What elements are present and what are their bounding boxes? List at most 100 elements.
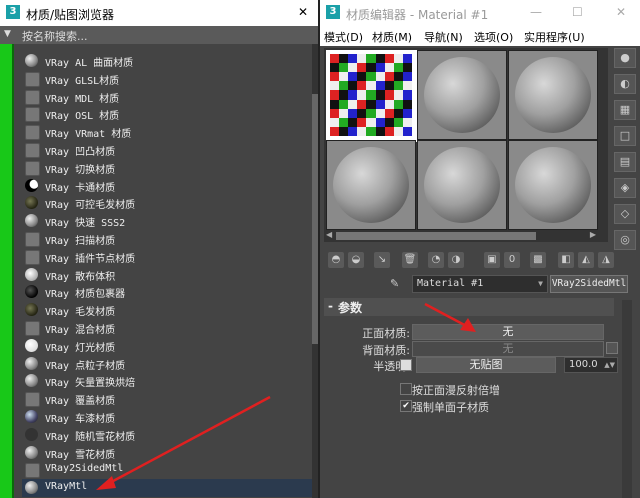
- translucency-color-swatch[interactable]: [400, 359, 412, 371]
- maximize-icon[interactable]: ☐: [572, 5, 583, 19]
- material-swatch-icon: [25, 196, 38, 210]
- material-list-item[interactable]: VRay 扫描材质: [22, 230, 312, 248]
- checker-cell: [393, 54, 403, 64]
- material-swatch-icon: [25, 71, 40, 87]
- sample-slot[interactable]: [417, 140, 507, 230]
- translucency-amount-spinner[interactable]: 100.0 ▲▼: [564, 357, 618, 373]
- checker-cell: [357, 72, 367, 82]
- checker-cell: [339, 81, 349, 91]
- front-material-button[interactable]: 无: [412, 324, 604, 340]
- material-list-item-label: VRay 切换材质: [45, 164, 116, 176]
- material-list-item[interactable]: VRay 毛发材质: [22, 301, 312, 319]
- delete-icon[interactable]: 🗑: [402, 252, 418, 268]
- sample-slot[interactable]: [508, 140, 598, 230]
- checkbox-box[interactable]: ✔: [400, 400, 412, 412]
- back-material-button[interactable]: 无: [412, 341, 604, 357]
- material-name-field[interactable]: Material #1 ▼: [412, 275, 548, 293]
- sample-slot[interactable]: [326, 140, 416, 230]
- menu-options[interactable]: 选项(O): [474, 29, 513, 45]
- params-scrollbar[interactable]: [622, 300, 632, 498]
- material-id-icon[interactable]: 0: [504, 252, 520, 268]
- sample-type-icon[interactable]: ●: [614, 48, 636, 68]
- material-list-item[interactable]: VRay GLSL材质: [22, 70, 312, 88]
- close-icon[interactable]: ✕: [616, 5, 626, 19]
- material-list-item[interactable]: VRay MDL 材质: [22, 88, 312, 106]
- show-end-result-icon[interactable]: ◧: [558, 252, 574, 268]
- back-material-checkbox[interactable]: [606, 342, 618, 354]
- make-preview-icon[interactable]: ◈: [614, 178, 636, 198]
- save-library-icon[interactable]: ▣: [484, 252, 500, 268]
- material-list-item[interactable]: VRayMtl: [22, 479, 312, 497]
- uv-tiling-icon[interactable]: □: [614, 126, 636, 146]
- go-sibling-icon[interactable]: ◮: [598, 252, 614, 268]
- checker-cell: [375, 90, 385, 100]
- make-unique-icon[interactable]: ◑: [448, 252, 464, 268]
- material-list-item[interactable]: VRay 凹凸材质: [22, 141, 312, 159]
- video-check-icon[interactable]: ▤: [614, 152, 636, 172]
- slots-vscroll[interactable]: [598, 48, 608, 242]
- params-rollout-header[interactable]: - 参数: [324, 298, 614, 316]
- assign-to-selection-icon[interactable]: ↘: [374, 252, 390, 268]
- minimize-icon[interactable]: —: [530, 5, 542, 19]
- material-list-item[interactable]: VRay AL 曲面材质: [22, 52, 312, 70]
- search-input[interactable]: 按名称搜索...: [22, 28, 88, 44]
- checkbox-box[interactable]: [400, 383, 412, 395]
- material-list-item[interactable]: VRay 点粒子材质: [22, 355, 312, 373]
- close-icon[interactable]: ✕: [298, 5, 308, 19]
- chevron-down-icon[interactable]: ▼: [538, 276, 543, 292]
- material-list-item[interactable]: VRay VRmat 材质: [22, 123, 312, 141]
- background-icon[interactable]: ▦: [614, 100, 636, 120]
- checker-cell: [393, 72, 403, 82]
- get-material-icon[interactable]: ◓: [328, 252, 344, 268]
- material-list-item[interactable]: VRay 灯光材质: [22, 337, 312, 355]
- slots-hscroll[interactable]: ◀ ▶: [324, 230, 598, 242]
- put-to-scene-icon[interactable]: ◒: [348, 252, 364, 268]
- menu-navigation[interactable]: 导航(N): [424, 29, 463, 45]
- material-list-item[interactable]: VRay 车漆材质: [22, 408, 312, 426]
- material-list-item[interactable]: VRay 覆盖材质: [22, 390, 312, 408]
- material-list-item[interactable]: VRay 材质包裹器: [22, 283, 312, 301]
- sample-slot-active[interactable]: [326, 50, 418, 142]
- material-list-item[interactable]: VRay 随机雪花材质: [22, 426, 312, 444]
- translucency-map-button[interactable]: 无贴图: [416, 357, 556, 373]
- material-list-item[interactable]: VRay 雪花材质: [22, 444, 312, 462]
- menu-material[interactable]: 材质(M): [372, 29, 412, 45]
- backlight-icon[interactable]: ◐: [614, 74, 636, 94]
- sample-slot[interactable]: [508, 50, 598, 140]
- material-list-item-label: VRay AL 曲面材质: [45, 58, 134, 69]
- search-bar[interactable]: ▼ 按名称搜索...: [0, 26, 318, 44]
- material-list-item-label: VRay 材质包裹器: [45, 289, 126, 301]
- scrollbar-thumb[interactable]: [336, 232, 536, 240]
- material-list-item[interactable]: VRay 切换材质: [22, 159, 312, 177]
- material-list-item[interactable]: VRay OSL 材质: [22, 105, 312, 123]
- material-list-item-label: VRay 随机雪花材质: [45, 431, 136, 443]
- scroll-right-icon[interactable]: ▶: [590, 230, 596, 239]
- material-type-button[interactable]: VRay2SidedMtl: [550, 275, 628, 293]
- material-list-item[interactable]: VRay 快速 SSS2: [22, 212, 312, 230]
- menu-utilities[interactable]: 实用程序(U): [524, 29, 585, 45]
- sample-slot[interactable]: [417, 50, 507, 140]
- select-by-material-icon[interactable]: ◎: [614, 230, 636, 250]
- menu-mode[interactable]: 模式(D): [324, 29, 363, 45]
- material-list-item[interactable]: VRay2SidedMtl: [22, 461, 312, 479]
- material-swatch-icon: [25, 356, 38, 370]
- collapse-icon[interactable]: ▼: [4, 29, 11, 39]
- checker-cell: [366, 63, 376, 73]
- scroll-left-icon[interactable]: ◀: [326, 230, 332, 239]
- material-list-item[interactable]: VRay 散布体积: [22, 266, 312, 284]
- material-list-item-label: VRay 快速 SSS2: [45, 218, 126, 230]
- eyedropper-icon[interactable]: ✎: [390, 277, 399, 290]
- spinner-arrows-icon[interactable]: ▲▼: [604, 358, 615, 372]
- material-list-item[interactable]: VRay 混合材质: [22, 319, 312, 337]
- material-list-item[interactable]: VRay 矢量置换烘焙: [22, 372, 312, 390]
- rollout-toggle[interactable]: -: [328, 299, 333, 313]
- show-map-icon[interactable]: ▩: [530, 252, 546, 268]
- material-list-item[interactable]: VRay 可控毛发材质: [22, 194, 312, 212]
- material-list-item[interactable]: VRay 插件节点材质: [22, 248, 312, 266]
- copy-material-icon[interactable]: ◔: [428, 252, 444, 268]
- checker-cell: [357, 90, 367, 100]
- go-parent-icon[interactable]: ◭: [578, 252, 594, 268]
- material-list-item[interactable]: VRay 卡通材质: [22, 177, 312, 195]
- options-icon[interactable]: ◇: [614, 204, 636, 224]
- sample-sphere: [515, 147, 591, 223]
